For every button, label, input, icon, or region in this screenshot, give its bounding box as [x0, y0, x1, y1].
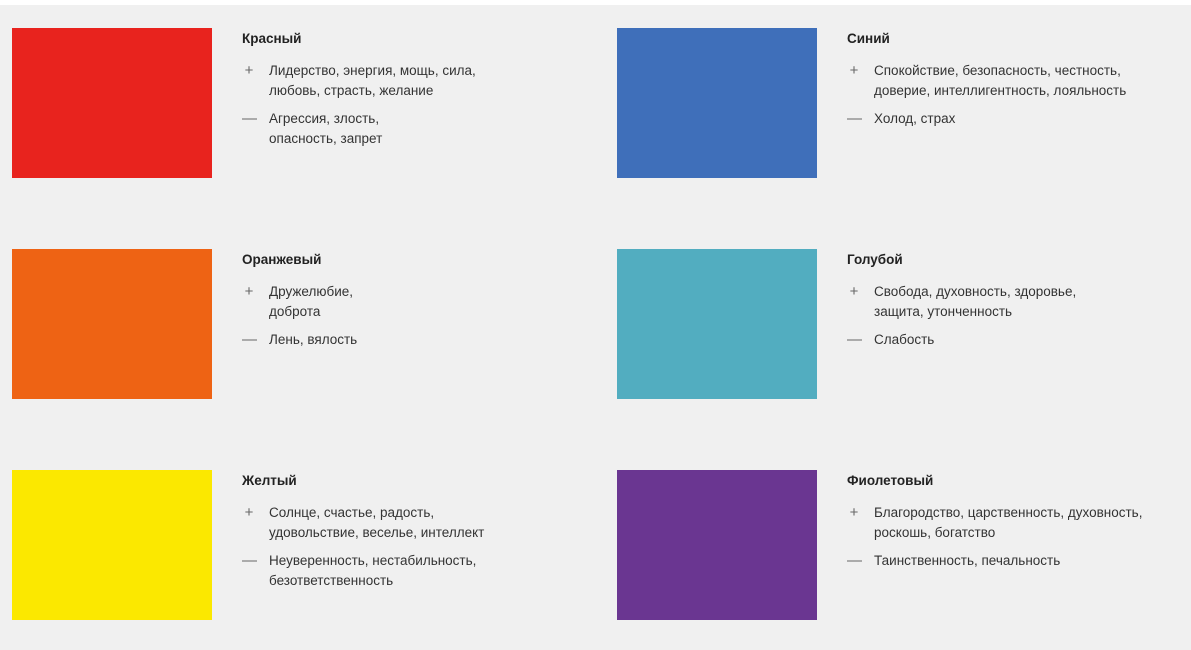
color-swatch-blue: [617, 28, 817, 178]
color-card-purple: Фиолетовый + Благородство, царственность…: [605, 442, 1191, 620]
color-card-orange: Оранжевый + Дружелюбие, доброта — Лень, …: [0, 221, 590, 399]
color-title: Голубой: [847, 252, 903, 267]
color-meaning-grid: Красный + Лидерство, энергия, мощь, сила…: [0, 0, 1191, 650]
color-title: Фиолетовый: [847, 473, 934, 488]
color-info-blue: Синий + Спокойствие, безопасность, честн…: [847, 30, 1187, 137]
positive-text: Свобода, духовность, здоровье, защита, у…: [874, 284, 1077, 319]
color-info-orange: Оранжевый + Дружелюбие, доброта — Лень, …: [242, 251, 582, 358]
minus-icon: —: [242, 110, 257, 127]
color-swatch-red: [12, 28, 212, 178]
minus-icon: —: [847, 110, 862, 127]
negative-line: — Лень, вялость: [242, 330, 582, 350]
color-swatch-light-blue: [617, 249, 817, 399]
minus-icon: —: [847, 331, 862, 348]
color-card-light-blue: Голубой + Свобода, духовность, здоровье,…: [605, 221, 1191, 399]
positive-line: + Спокойствие, безопасность, честность, …: [847, 61, 1187, 101]
negative-text: Холод, страх: [874, 111, 956, 126]
positive-line: + Свобода, духовность, здоровье, защита,…: [847, 282, 1187, 322]
color-info-light-blue: Голубой + Свобода, духовность, здоровье,…: [847, 251, 1187, 358]
minus-icon: —: [242, 552, 257, 569]
color-title: Красный: [242, 31, 302, 46]
positive-text: Лидерство, энергия, мощь, сила, любовь, …: [269, 63, 476, 98]
color-info-purple: Фиолетовый + Благородство, царственность…: [847, 472, 1187, 579]
color-card-yellow: Желтый + Солнце, счастье, радость, удово…: [0, 442, 590, 620]
plus-icon: +: [244, 62, 254, 79]
color-title: Оранжевый: [242, 252, 322, 267]
color-card-blue: Синий + Спокойствие, безопасность, честн…: [605, 0, 1191, 178]
positive-text: Спокойствие, безопасность, честность, до…: [874, 63, 1127, 98]
positive-line: + Благородство, царственность, духовност…: [847, 503, 1187, 543]
positive-text: Дружелюбие, доброта: [269, 284, 354, 319]
plus-icon: +: [849, 504, 859, 521]
positive-line: + Солнце, счастье, радость, удовольствие…: [242, 503, 582, 543]
plus-icon: +: [849, 62, 859, 79]
negative-text: Таинственность, печальность: [874, 553, 1061, 568]
negative-line: — Неуверенность, нестабильность, безотве…: [242, 551, 582, 591]
minus-icon: —: [847, 552, 862, 569]
positive-text: Солнце, счастье, радость, удовольствие, …: [269, 505, 485, 540]
color-title: Желтый: [242, 473, 297, 488]
negative-text: Неуверенность, нестабильность, безответс…: [269, 553, 477, 588]
negative-text: Лень, вялость: [269, 332, 358, 347]
positive-line: + Лидерство, энергия, мощь, сила, любовь…: [242, 61, 582, 101]
positive-text: Благородство, царственность, духовность,…: [874, 505, 1143, 540]
negative-line: — Слабость: [847, 330, 1187, 350]
color-info-yellow: Желтый + Солнце, счастье, радость, удово…: [242, 472, 582, 599]
negative-line: — Холод, страх: [847, 109, 1187, 129]
negative-text: Агрессия, злость, опасность, запрет: [269, 111, 383, 146]
positive-line: + Дружелюбие, доброта: [242, 282, 582, 322]
color-swatch-orange: [12, 249, 212, 399]
plus-icon: +: [849, 283, 859, 300]
negative-line: — Агрессия, злость, опасность, запрет: [242, 109, 582, 149]
negative-text: Слабость: [874, 332, 935, 347]
color-swatch-purple: [617, 470, 817, 620]
color-card-red: Красный + Лидерство, энергия, мощь, сила…: [0, 0, 590, 178]
plus-icon: +: [244, 283, 254, 300]
color-title: Синий: [847, 31, 890, 46]
color-info-red: Красный + Лидерство, энергия, мощь, сила…: [242, 30, 582, 157]
minus-icon: —: [242, 331, 257, 348]
color-swatch-yellow: [12, 470, 212, 620]
plus-icon: +: [244, 504, 254, 521]
negative-line: — Таинственность, печальность: [847, 551, 1187, 571]
